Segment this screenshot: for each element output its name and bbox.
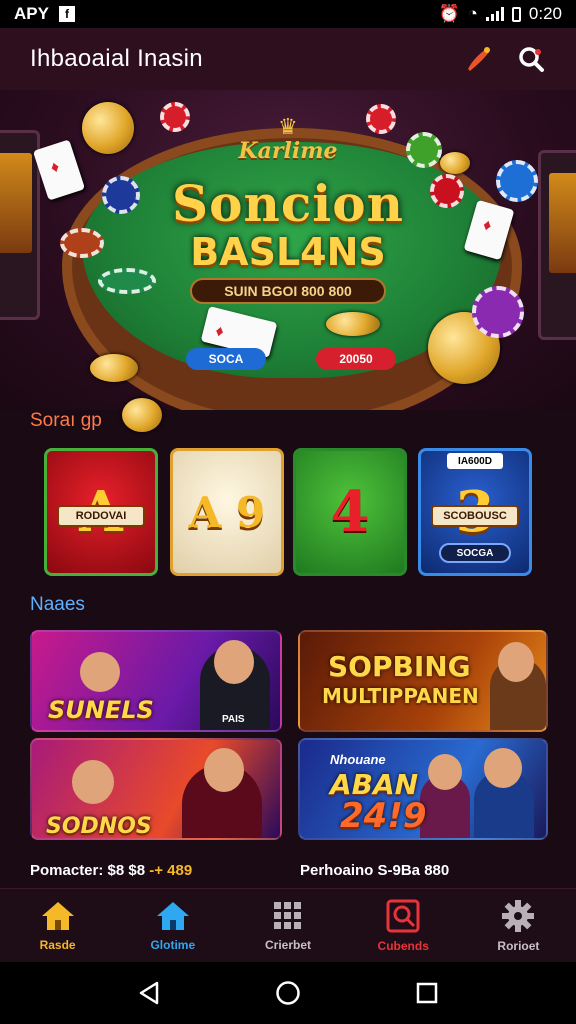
nav-item-home[interactable]: Rasde	[0, 889, 115, 962]
app-screen: APY f ⏰ ◔ 0:20 Ihbaoaial Inasin ♦ ♦ ♦ ♛ …	[0, 0, 576, 1024]
banner-subtitle: PAIS	[222, 714, 245, 725]
battery-icon	[511, 6, 521, 22]
game-banner[interactable]: SUNELS PAIS	[30, 630, 282, 732]
nav-item-games[interactable]: Glotime	[115, 889, 230, 962]
character-avatar	[80, 652, 120, 692]
banner-small-text: Nhouane	[330, 752, 386, 767]
section-title-games: Soraı gp	[30, 410, 102, 431]
game-banner[interactable]: SOPBING MULTIPPANEN	[298, 630, 548, 732]
banner-caption: Perhoaino S-9Ba 880	[300, 862, 449, 879]
hero-red-button[interactable]: 20050	[316, 348, 396, 370]
brush-button[interactable]	[462, 43, 494, 75]
banner-subtitle: MULTIPPANEN	[322, 684, 479, 708]
alarm-icon: ⏰	[438, 4, 460, 23]
banner-caption: Pomacter: $8 $8 -+ 489	[30, 862, 192, 879]
status-app-label: APY	[14, 4, 49, 23]
section-title-names: Naaes	[30, 594, 85, 615]
tile-play-button[interactable]: SOCGA	[439, 543, 511, 563]
tile-tag: RODOVAI	[57, 505, 145, 527]
home-circle-icon[interactable]	[275, 980, 301, 1006]
app-header: Ihbaoaial Inasin	[0, 28, 576, 90]
status-bar: APY f ⏰ ◔ 0:20	[0, 0, 576, 28]
character-avatar	[214, 640, 254, 684]
hero-subheadline: BASL4NS	[190, 230, 386, 274]
brush-icon	[468, 47, 490, 71]
banner-title: SUNELS	[48, 696, 154, 724]
game-tile[interactable]: A RODOVAI	[44, 448, 158, 576]
banner-subtitle: 24!9	[340, 796, 427, 836]
notification-icon: f	[58, 6, 75, 22]
character-avatar	[484, 748, 522, 788]
tile-symbol: 4	[330, 479, 370, 545]
search-button[interactable]	[516, 44, 546, 74]
game-banner[interactable]: SODNOS	[30, 738, 282, 840]
jackpot-bar: SUIN BGOI 800 800	[190, 278, 386, 304]
bottom-navigation: Rasde Glotime Crierbet Cubends Rorioet	[0, 888, 576, 962]
nav-label: Rorioet	[497, 938, 540, 953]
home-icon	[156, 901, 189, 930]
hero-blue-button[interactable]: SOCA	[186, 348, 266, 370]
character-avatar	[498, 642, 534, 682]
banner-title: SODNOS	[46, 814, 152, 839]
caption-label: Perhoaino S-9Ba 880	[300, 862, 450, 879]
status-time: 0:20	[528, 4, 562, 23]
app-title: Ihbaoaial Inasin	[30, 45, 203, 72]
character-avatar	[72, 760, 114, 804]
game-banner[interactable]: Nhouane ABAN 24!9	[298, 738, 548, 840]
game-tile[interactable]: IA600D 3 SCOBOUSC SOCGA	[418, 448, 532, 576]
poker-chip	[160, 102, 190, 132]
nav-label: Rasde	[39, 937, 76, 952]
game-tile[interactable]: A 9	[170, 448, 284, 576]
poker-chip	[472, 286, 524, 338]
hero-brand: Karlime	[238, 138, 338, 164]
nav-item-categories[interactable]: Crierbet	[230, 889, 345, 962]
home-icon	[41, 901, 74, 930]
wifi-icon: ◔	[467, 4, 478, 23]
character-avatar	[204, 748, 244, 792]
gear-icon	[502, 899, 535, 932]
system-navigation-bar	[0, 962, 576, 1024]
gold-coin	[122, 398, 162, 432]
gold-coin	[90, 354, 138, 382]
gold-coin	[326, 312, 380, 336]
caption-value: -+ 489	[149, 862, 193, 879]
nav-label: Cubends	[377, 938, 429, 953]
signal-icon	[485, 7, 504, 21]
nav-item-settings[interactable]: Rorioet	[461, 889, 576, 962]
tile-top-tag: IA600D	[447, 453, 503, 469]
caption-label: Pomacter: $8 $8	[30, 862, 146, 879]
search-icon	[386, 899, 420, 932]
game-tiles: A RODOVAI A 9 4 IA600D 3 SCOBOUSC SOCGA	[44, 448, 532, 578]
character-avatar	[428, 754, 462, 790]
hero-banner[interactable]: ♛ Karlime Soncion BASL4NS SUIN BGOI 800 …	[0, 90, 576, 410]
recents-icon[interactable]	[415, 981, 439, 1005]
hero-headline: Soncion	[172, 174, 404, 233]
nav-item-search[interactable]: Cubends	[346, 889, 461, 962]
game-tile[interactable]: 4	[293, 448, 407, 576]
nav-label: Glotime	[150, 937, 196, 952]
poker-chip	[366, 104, 396, 134]
search-icon	[519, 47, 544, 72]
back-icon[interactable]	[137, 980, 161, 1006]
banner-title: SOPBING	[328, 650, 471, 683]
nav-label: Crierbet	[265, 937, 312, 952]
tile-symbol: A 9	[188, 487, 266, 537]
grid-icon	[274, 901, 301, 929]
tile-tag: SCOBOUSC	[431, 505, 519, 527]
crown-icon: ♛	[278, 114, 298, 139]
